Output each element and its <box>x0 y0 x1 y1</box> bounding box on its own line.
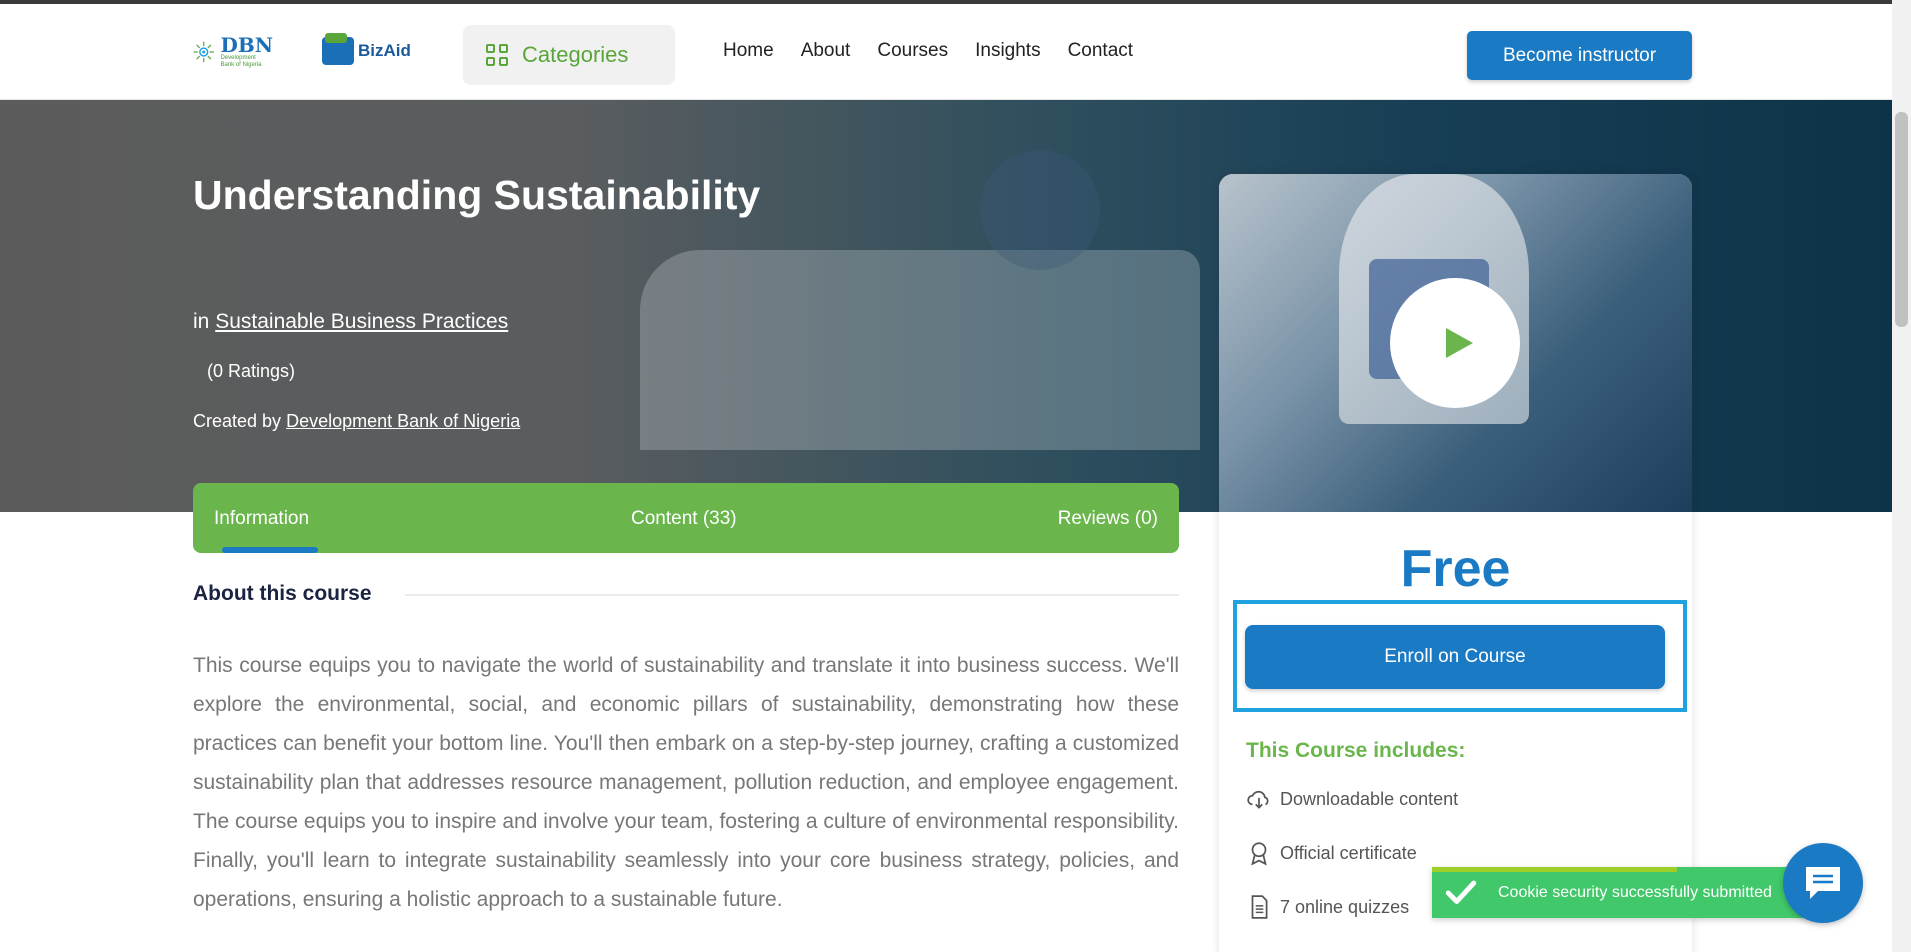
bizaid-wallet-icon <box>322 33 354 65</box>
chat-button[interactable] <box>1783 843 1863 923</box>
enroll-button[interactable]: Enroll on Course <box>1245 625 1665 689</box>
about-description: This course equips you to navigate the w… <box>193 654 1179 911</box>
bizaid-logo-text: BizAid <box>358 41 411 60</box>
tab-content[interactable]: Content (33) <box>631 508 737 530</box>
active-tab-indicator <box>222 547 318 553</box>
nav-home[interactable]: Home <box>723 40 774 62</box>
site-header: DBN Development Bank of Nigeria BizAid C… <box>0 4 1892 100</box>
cookie-toast[interactable]: Cookie security successfully submitted <box>1432 867 1818 918</box>
categories-label: Categories <box>522 42 629 67</box>
bizaid-logo[interactable]: BizAid <box>322 33 411 68</box>
include-item: 7 online quizzes <box>1246 894 1409 920</box>
dbn-logo-subtext: Development Bank of Nigeria <box>220 55 262 68</box>
course-price: Free <box>1400 540 1511 598</box>
check-icon <box>1445 880 1477 904</box>
tab-reviews[interactable]: Reviews (0) <box>1058 508 1158 530</box>
course-category-link[interactable]: Sustainable Business Practices <box>215 310 508 333</box>
dbn-sunburst-icon <box>193 41 215 63</box>
course-preview-video[interactable] <box>1219 174 1692 512</box>
dbn-logo-text: DBN <box>220 33 273 57</box>
grid-icon <box>486 44 508 66</box>
nav-courses[interactable]: Courses <box>877 40 948 62</box>
scrollbar-thumb[interactable] <box>1895 112 1908 327</box>
nav-contact[interactable]: Contact <box>1068 40 1133 62</box>
course-sidebar-card: Free Enroll on Course This Course includ… <box>1219 174 1692 952</box>
includes-heading: This Course includes: <box>1246 739 1466 762</box>
certificate-icon <box>1251 842 1267 866</box>
include-item: Official certificate <box>1246 840 1417 866</box>
course-title: Understanding Sustainability <box>193 172 761 218</box>
hero-background-image <box>640 250 1200 450</box>
course-creator-line: Created by Development Bank of Nigeria <box>193 411 521 431</box>
tab-information[interactable]: Information <box>214 508 309 530</box>
nav-about[interactable]: About <box>801 40 851 62</box>
include-item: Downloadable content <box>1246 786 1458 812</box>
dbn-logo[interactable]: DBN Development Bank of Nigeria <box>193 28 273 76</box>
play-icon <box>1446 328 1473 358</box>
main-nav: Home About Courses Insights Contact <box>723 40 1133 62</box>
chat-icon <box>1806 867 1840 899</box>
nav-insights[interactable]: Insights <box>975 40 1040 62</box>
about-divider <box>405 594 1179 596</box>
toast-message: Cookie security successfully submitted <box>1498 883 1772 901</box>
course-creator-link[interactable]: Development Bank of Nigeria <box>286 411 520 431</box>
course-category-line: in Sustainable Business Practices <box>193 310 509 333</box>
about-heading: About this course <box>193 582 372 605</box>
play-button[interactable] <box>1390 278 1520 408</box>
become-instructor-button[interactable]: Become instructor <box>1467 31 1692 80</box>
download-cloud-icon <box>1247 790 1269 809</box>
categories-button[interactable]: Categories <box>463 25 675 85</box>
course-ratings: (0 Ratings) <box>207 361 296 381</box>
document-icon <box>1251 895 1268 919</box>
course-tabs: Information Content (33) Reviews (0) <box>193 483 1179 553</box>
page-scrollbar[interactable] <box>1892 0 1911 952</box>
